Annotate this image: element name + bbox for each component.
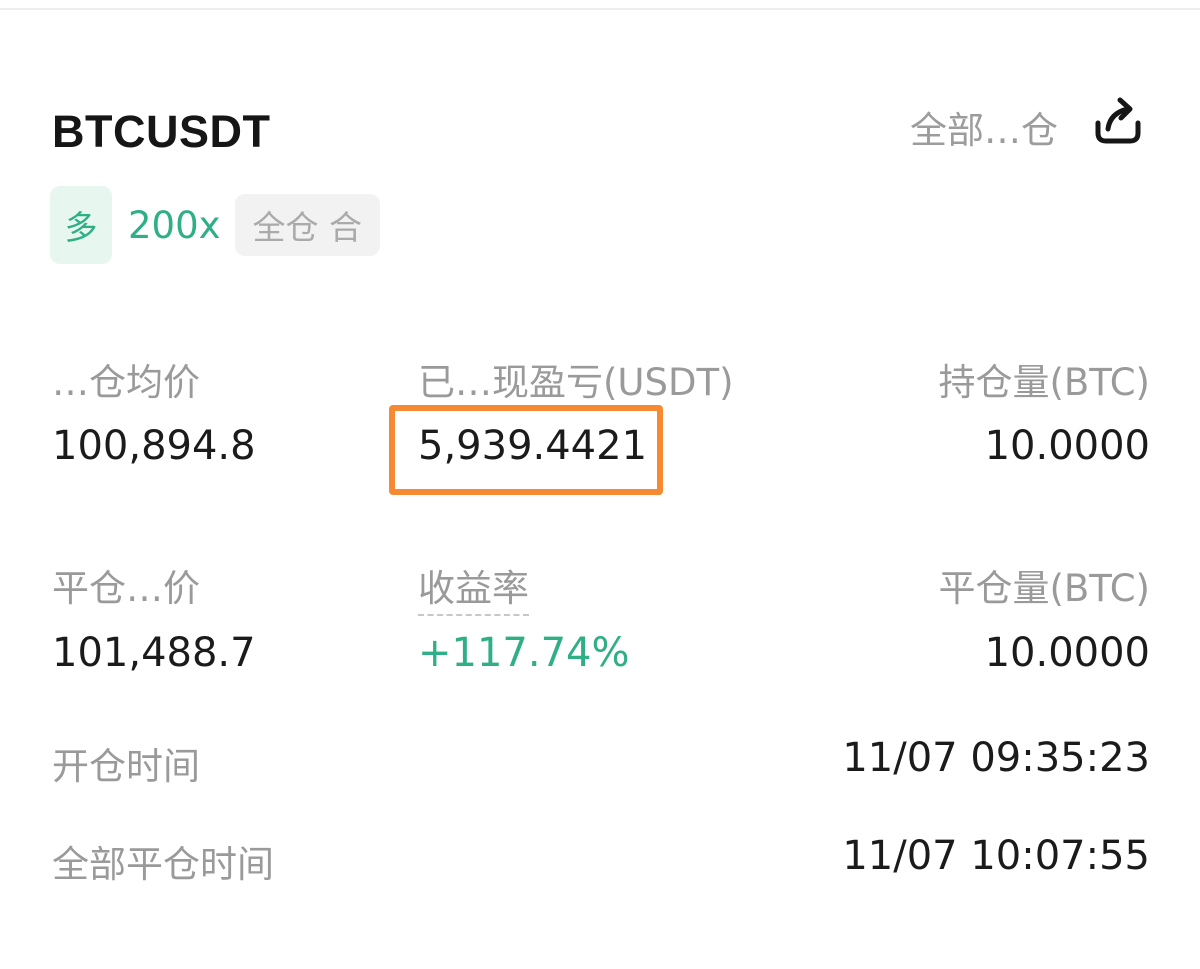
- position-size-value: 10.0000: [984, 423, 1150, 469]
- open-time-label: 开仓时间: [52, 745, 200, 788]
- share-icon[interactable]: [1090, 95, 1146, 147]
- avg-open-price-value: 100,894.8: [52, 423, 256, 469]
- avg-open-price-label: …仓均价: [52, 361, 200, 404]
- position-size-label: 持仓量(BTC): [938, 361, 1150, 404]
- leverage-badge: 200x: [128, 203, 221, 247]
- closed-size-value: 10.0000: [984, 630, 1150, 676]
- close-type-label: 全部…仓: [910, 109, 1058, 152]
- close-price-value: 101,488.7: [52, 630, 256, 676]
- realized-pnl-label: 已…现盈亏(USDT): [418, 361, 734, 404]
- margin-mode-badge: 全仓 合: [234, 194, 381, 256]
- symbol-title: BTCUSDT: [52, 106, 271, 157]
- close-time-value: 11/07 10:07:55: [842, 833, 1150, 879]
- roi-value: +117.74%: [418, 630, 630, 676]
- closed-size-label: 平仓量(BTC): [938, 567, 1150, 610]
- side-badge: 多: [50, 186, 112, 264]
- open-time-value: 11/07 09:35:23: [842, 735, 1150, 781]
- highlight-box: [389, 405, 663, 495]
- roi-label[interactable]: 收益率: [418, 558, 529, 616]
- close-time-label: 全部平仓时间: [52, 843, 274, 886]
- close-price-label: 平仓…价: [52, 567, 200, 610]
- roi-label-text: 收益率: [418, 567, 529, 616]
- position-tags: 多 200x 全仓 合: [50, 186, 381, 264]
- top-divider: [0, 8, 1200, 10]
